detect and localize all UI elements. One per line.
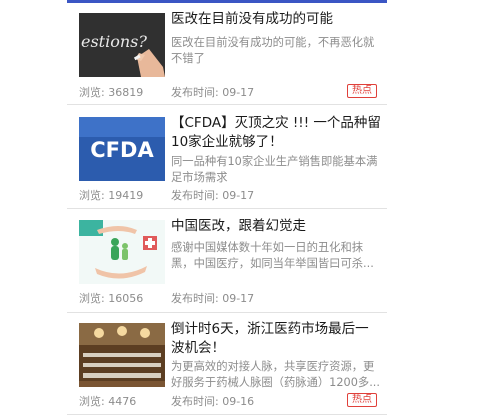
- publish-label: 发布时间:: [171, 189, 223, 202]
- thumb-chalk-text: estions?: [81, 32, 147, 51]
- article-title[interactable]: 中国医改，跟着幻觉走: [171, 217, 381, 236]
- publish-date: 09-17: [222, 292, 255, 305]
- hot-badge: 热点: [347, 393, 377, 407]
- publish-time: 发布时间: 09-17: [171, 290, 254, 306]
- article-title[interactable]: 倒计时6天，浙江医药市场最后一波机会！: [171, 320, 381, 358]
- article-summary: 医改在目前没有成功的可能，不再恶化就不错了: [171, 36, 375, 65]
- publish-label: 发布时间:: [171, 86, 223, 99]
- article-title[interactable]: 【CFDA】灭顶之灾 !!! 一个品种留10家企业就够了！: [171, 114, 381, 152]
- chalkboard-hand-image: estions?: [79, 13, 165, 77]
- publish-time: 发布时间: 09-16: [171, 393, 254, 409]
- publish-label: 发布时间:: [171, 395, 223, 408]
- views-count: 浏览: 4476: [79, 393, 136, 409]
- views-count: 浏览: 19419: [79, 187, 143, 203]
- item-divider: [67, 208, 387, 209]
- views-value: 36819: [108, 86, 144, 99]
- publish-time: 发布时间: 09-17: [171, 187, 254, 203]
- publish-date: 09-16: [222, 395, 255, 408]
- publish-time: 发布时间: 09-17: [171, 84, 254, 100]
- views-label: 浏览:: [79, 86, 109, 99]
- article-summary: 为更高效的对接人脉，共享医疗资源，更好服务于药械人脉圈（药脉通）1200多...: [171, 360, 380, 389]
- cfda-logo-image: CFDA: [79, 117, 165, 181]
- views-value: 16056: [108, 292, 144, 305]
- views-label: 浏览:: [79, 189, 109, 202]
- thumb-cfda-text: CFDA: [90, 138, 154, 162]
- views-count: 浏览: 36819: [79, 84, 143, 100]
- views-label: 浏览:: [79, 292, 109, 305]
- article-title[interactable]: 医改在目前没有成功的可能: [171, 10, 381, 29]
- publish-date: 09-17: [222, 189, 255, 202]
- news-feed: estions? 医改在目前没有成功的可能 医改在目前没有成功的可能，不再恶化就…: [67, 0, 387, 420]
- item-divider: [67, 104, 387, 105]
- views-value: 4476: [108, 395, 137, 408]
- article-summary: 同一品种有10家企业生产销售即能基本满足市场需求: [171, 155, 378, 184]
- views-label: 浏览:: [79, 395, 109, 408]
- item-divider: [67, 312, 387, 313]
- conference-hall-image: [79, 323, 165, 387]
- family-care-image: [79, 220, 165, 284]
- item-divider: [67, 414, 387, 415]
- views-count: 浏览: 16056: [79, 290, 143, 306]
- publish-label: 发布时间:: [171, 292, 223, 305]
- publish-date: 09-17: [222, 86, 255, 99]
- views-value: 19419: [108, 189, 144, 202]
- hot-badge: 热点: [347, 84, 377, 98]
- article-summary: 感谢中国媒体数十年如一日的丑化和抹黑，中国医疗，如同当年举国皆曰可杀...: [171, 241, 374, 270]
- top-accent-bar: [67, 0, 387, 3]
